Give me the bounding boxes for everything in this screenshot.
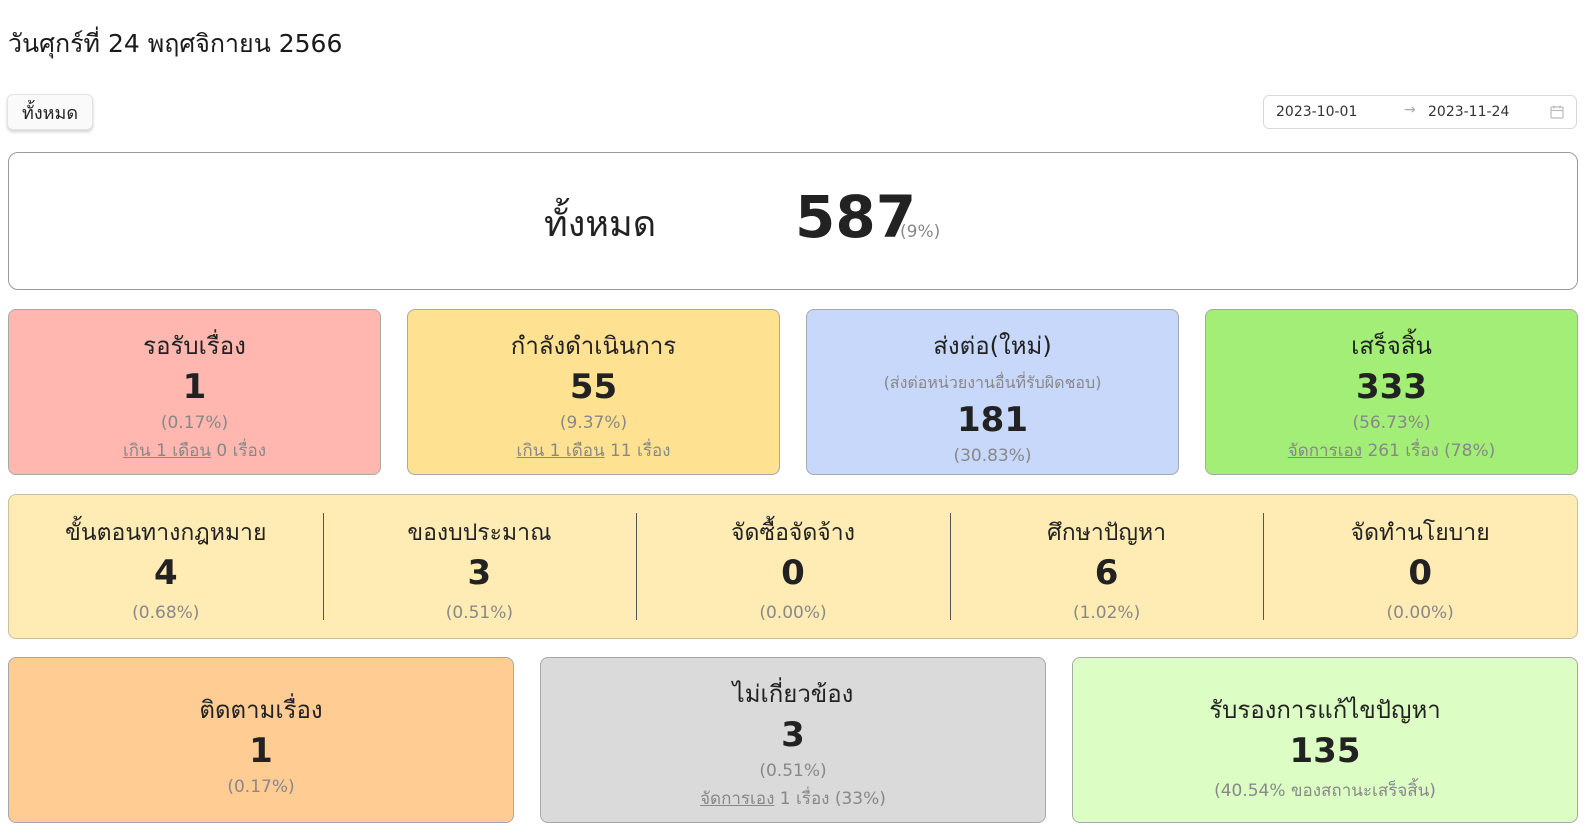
certified-card[interactable]: รับรองการแก้ไขปัญหา 135 (40.54% ของสถานะ… [1072,657,1578,823]
total-percent: (9%) [900,222,941,242]
card-value: 1 [182,367,207,407]
category-procurement[interactable]: จัดซื้อจัดจ้าง 0 (0.00%) [636,495,950,638]
category-study[interactable]: ศึกษาปัญหา 6 (1.02%) [949,495,1264,638]
category-value: 0 [1408,553,1432,593]
card-title: ติดตามเรื่อง [199,696,323,724]
card-value: 1 [249,731,273,771]
over-month-link[interactable]: เกิน 1 เดือน [123,441,211,461]
self-handled-link[interactable]: จัดการเอง [1288,441,1362,461]
status-card-waiting[interactable]: รอรับเรื่อง 1 (0.17%) เกิน 1 เดือน 0 เรื… [8,309,381,475]
card-percent: (0.17%) [160,413,229,433]
category-title: ศึกษาปัญหา [1047,520,1167,546]
end-date-input[interactable]: 2023-11-24 [1428,104,1509,120]
card-value: 3 [781,715,805,755]
total-card[interactable]: ทั้งหมด 587 (9%) [8,152,1578,290]
card-title: รอรับเรื่อง [143,332,246,360]
card-footer: จัดการเอง 261 เรื่อง (78%) [1287,441,1496,461]
card-value: 55 [569,367,618,407]
card-percent: (9.37%) [559,413,628,433]
category-percent: (0.68%) [132,603,200,623]
card-subtitle: (ส่งต่อหน่วยงานอื่นที่รับผิดชอบ) [883,373,1102,392]
status-card-forwarded[interactable]: ส่งต่อ(ใหม่) (ส่งต่อหน่วยงานอื่นที่รับผิ… [806,309,1179,475]
card-value: 181 [957,400,1028,440]
arrow-right-icon: → [1404,102,1416,118]
card-footer: จัดการเอง 1 เรื่อง (33%) [700,789,886,809]
category-value: 4 [153,553,178,593]
total-label: ทั้งหมด [544,204,657,245]
filter-all-button[interactable]: ทั้งหมด [7,94,94,130]
self-handled-link[interactable]: จัดการเอง [700,789,774,809]
status-card-completed[interactable]: เสร็จสิ้น 333 (56.73%) จัดการเอง 261 เรื… [1205,309,1578,475]
follow-up-card[interactable]: ติดตามเรื่อง 1 (0.17%) [8,657,514,823]
category-legal[interactable]: ขั้นตอนทางกฎหมาย 4 (0.68%) [9,495,323,638]
total-value: 587 [795,183,917,251]
card-title: ส่งต่อ(ใหม่) [933,332,1052,360]
category-percent: (0.00%) [759,603,827,623]
card-title: รับรองการแก้ไขปัญหา [1209,696,1441,724]
card-footer: เกิน 1 เดือน 11 เรื่อง [516,441,671,461]
over-month-link[interactable]: เกิน 1 เดือน [517,441,605,461]
category-budget[interactable]: ของบประมาณ 3 (0.51%) [322,495,637,638]
category-title: ขั้นตอนทางกฎหมาย [65,520,267,546]
category-title: จัดทำนโยบาย [1350,520,1490,546]
card-title: ไม่เกี่ยวข้อง [732,680,854,708]
category-policy[interactable]: จัดทำนโยบาย 0 (0.00%) [1263,495,1577,638]
card-percent: (30.83%) [953,446,1032,466]
card-value: 333 [1356,367,1427,407]
date-heading: วันศุกร์ที่ 24 พฤศจิกายน 2566 [8,29,343,58]
card-value: 135 [1289,731,1361,771]
category-panel: ขั้นตอนทางกฎหมาย 4 (0.68%) ของบประมาณ 3 … [8,494,1578,639]
card-percent: (0.17%) [227,777,295,797]
unrelated-card[interactable]: ไม่เกี่ยวข้อง 3 (0.51%) จัดการเอง 1 เรื่… [540,657,1046,823]
card-title: กำลังดำเนินการ [510,332,677,360]
category-value: 6 [1094,553,1119,593]
card-percent: (0.51%) [759,761,827,781]
category-title: ของบประมาณ [407,520,552,546]
status-card-in-progress[interactable]: กำลังดำเนินการ 55 (9.37%) เกิน 1 เดือน 1… [407,309,780,475]
card-title: เสร็จสิ้น [1351,332,1432,360]
card-percent: (40.54% ของสถานะเสร็จสิ้น) [1214,781,1436,801]
category-percent: (0.00%) [1386,603,1454,623]
card-percent: (56.73%) [1352,413,1431,433]
category-title: จัดซื้อจัดจ้าง [731,520,855,546]
card-footer: เกิน 1 เดือน 0 เรื่อง [122,441,267,461]
category-percent: (0.51%) [445,603,514,623]
start-date-input[interactable]: 2023-10-01 [1276,104,1357,120]
category-value: 0 [781,553,805,593]
category-value: 3 [467,553,492,593]
date-range-picker[interactable]: 2023-10-01 → 2023-11-24 [1263,95,1577,129]
category-percent: (1.02%) [1072,603,1141,623]
calendar-icon[interactable] [1550,105,1564,119]
